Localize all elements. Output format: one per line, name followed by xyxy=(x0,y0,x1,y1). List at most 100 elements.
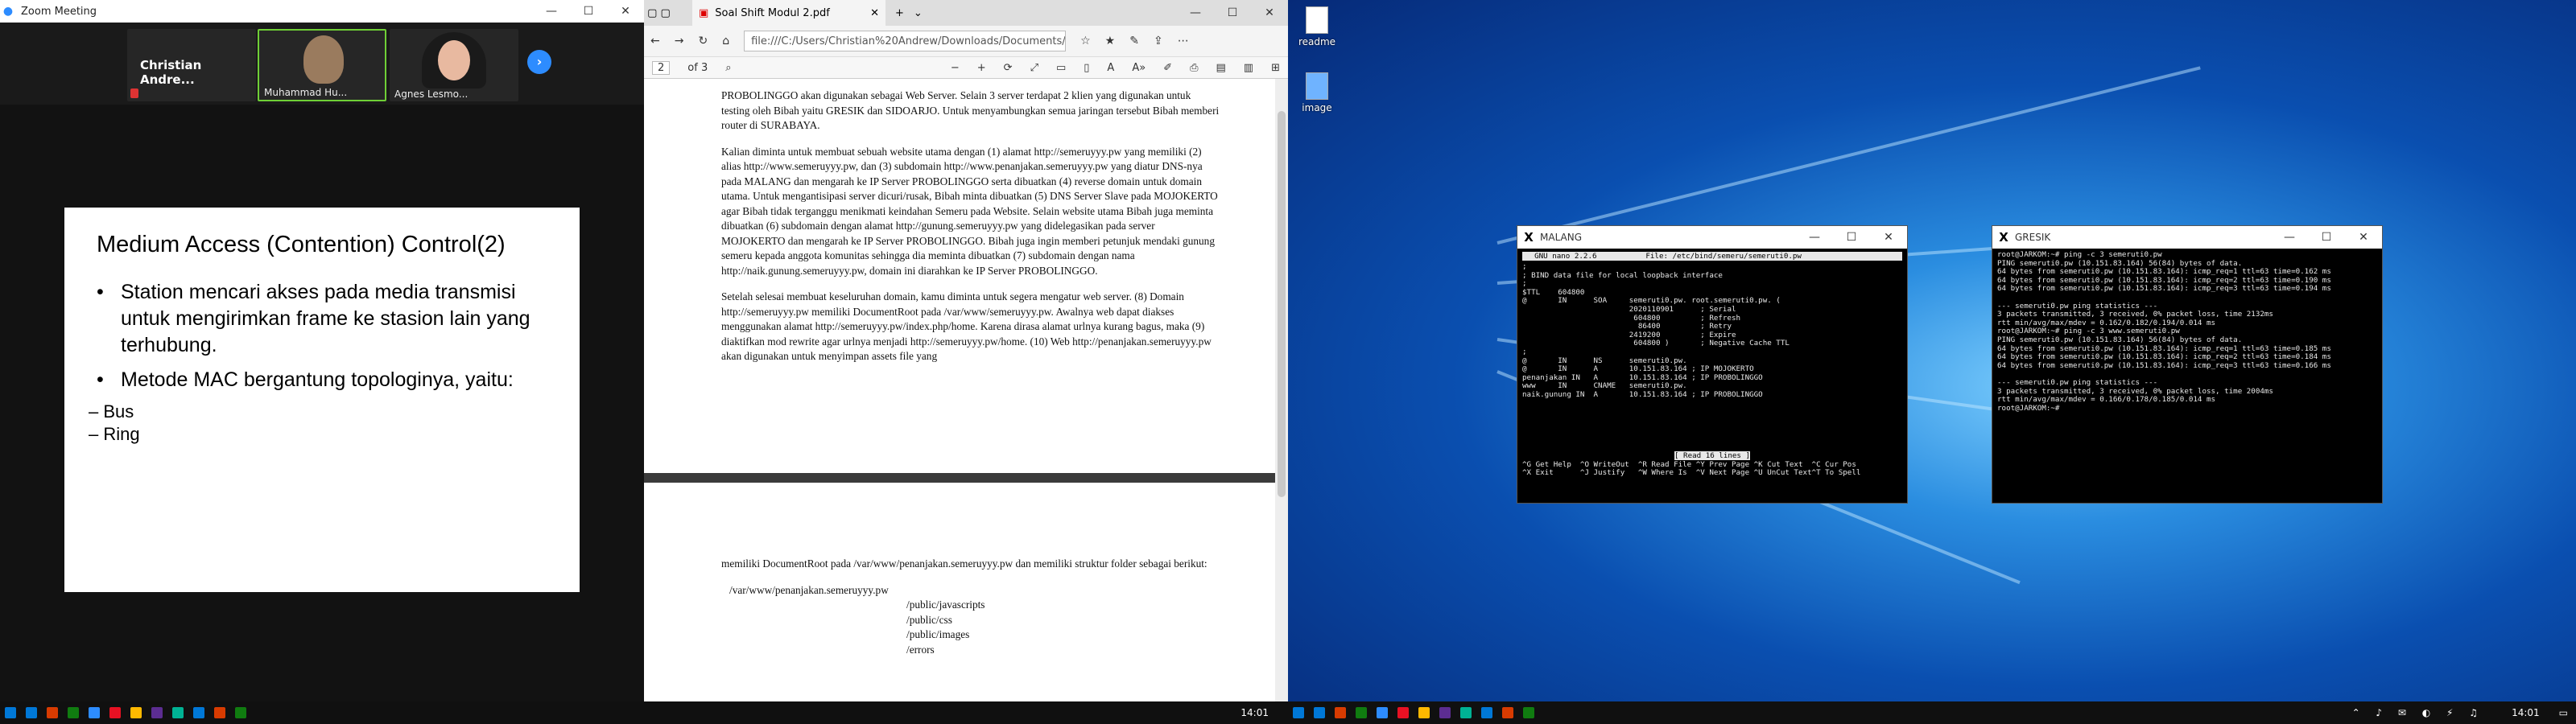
close-icon[interactable]: ✕ xyxy=(607,0,644,23)
tab-pdf[interactable]: ▣ Soal Shift Modul 2.pdf ✕ xyxy=(692,0,886,26)
new-tab-icon[interactable]: + xyxy=(886,7,914,19)
taskbar-app-icon[interactable] xyxy=(63,701,84,724)
close-icon[interactable]: ✕ xyxy=(2345,226,2382,249)
clock[interactable]: 14:01 xyxy=(1221,707,1288,718)
desktop-icon-label: image xyxy=(1302,102,1332,113)
terminal-gresik[interactable]: X GRESIK — ☐ ✕ root@JARKOM:~# ping -c 3 … xyxy=(1992,225,2383,504)
tree-item: /public/javascripts xyxy=(906,599,985,611)
address-input[interactable]: file:///C:/Users/Christian%20Andrew/Down… xyxy=(744,31,1067,51)
tab-actions-icon[interactable]: ▢ ▢ xyxy=(644,7,692,19)
taskbar-app-icon[interactable] xyxy=(1435,701,1455,724)
maximize-icon[interactable]: ☐ xyxy=(570,0,607,23)
taskbar-app-icon[interactable] xyxy=(1309,701,1330,724)
taskbar-app-icon[interactable] xyxy=(42,701,63,724)
terminal-title: GRESIK xyxy=(2015,231,2051,243)
forward-icon[interactable]: → xyxy=(675,35,684,47)
participant-name: Agnes Lesmo... xyxy=(394,88,469,100)
page-view-icon[interactable]: ▭ xyxy=(1056,62,1066,74)
participant-name: Christian Andre... xyxy=(140,58,202,87)
taskbar-app-icon[interactable] xyxy=(147,701,167,724)
print-icon[interactable]: ⎙ xyxy=(1190,62,1198,74)
close-icon[interactable]: ✕ xyxy=(1251,2,1288,24)
rotate-icon[interactable]: ⟳ xyxy=(1004,62,1013,74)
zoom-in-icon[interactable]: + xyxy=(977,62,986,74)
next-page-button[interactable]: › xyxy=(527,50,551,74)
minimize-icon[interactable]: — xyxy=(1796,226,1833,249)
taskbar-app-icon[interactable] xyxy=(1393,701,1414,724)
participant-tile[interactable]: Muhammad Hu... xyxy=(258,29,386,101)
clock[interactable]: 14:01 xyxy=(2492,707,2559,718)
two-page-icon[interactable]: ▯ xyxy=(1084,62,1089,74)
taskbar-app-icon[interactable] xyxy=(1330,701,1351,724)
tab-close-icon[interactable]: ✕ xyxy=(870,7,879,19)
start-icon[interactable] xyxy=(1288,701,1309,724)
home-icon[interactable]: ⌂ xyxy=(722,35,729,47)
draw-icon[interactable]: ✐ xyxy=(1163,62,1172,74)
participant-name: Muhammad Hu... xyxy=(264,87,348,98)
folder-tree: /var/www/penanjakan.semeruyyy.pw /public… xyxy=(729,583,1275,658)
taskbar-apps xyxy=(1309,701,1539,724)
desktop-icon-image[interactable]: image xyxy=(1293,72,1341,113)
terminal-output[interactable]: root@JARKOM:~# ping -c 3 semeruti0.pw PI… xyxy=(1992,249,2382,415)
zoom-out-icon[interactable]: − xyxy=(951,62,960,74)
slide-bullet: Metode MAC bergantung topologinya, yaitu… xyxy=(97,367,555,393)
taskbar-app-icon[interactable] xyxy=(1476,701,1497,724)
minimize-icon[interactable]: — xyxy=(533,0,570,23)
save-as-icon[interactable]: ▥ xyxy=(1244,62,1253,74)
taskbar-app-icon[interactable] xyxy=(1414,701,1435,724)
favorites-icon[interactable]: ★ xyxy=(1105,35,1116,47)
xterm-icon: X xyxy=(1524,229,1534,245)
share-icon[interactable]: ⇪ xyxy=(1154,35,1163,47)
browser-window: ▢ ▢ ▣ Soal Shift Modul 2.pdf ✕ + ⌄ — ☐ ✕… xyxy=(644,0,1288,701)
tray-icons[interactable]: ⌃ ♪ ✉ ◐ ⚡ ♫ xyxy=(2352,707,2493,718)
participant-tile[interactable]: Agnes Lesmo... xyxy=(390,29,518,101)
page-number-input[interactable]: 2 xyxy=(652,60,671,75)
avatar xyxy=(303,35,344,84)
zoom-window: ● Zoom Meeting — ☐ ✕ Christian Andre... … xyxy=(0,0,644,701)
scrollbar[interactable] xyxy=(1275,79,1288,701)
nano-buffer[interactable]: ; ; BIND data file for local loopback in… xyxy=(1517,261,1907,452)
maximize-icon[interactable]: ☐ xyxy=(2308,226,2345,249)
scroll-thumb[interactable] xyxy=(1278,111,1286,497)
taskbar-app-icon[interactable] xyxy=(1518,701,1539,724)
nano-header: GNU nano 2.2.6 File: /etc/bind/semeru/se… xyxy=(1522,252,1902,261)
save-icon[interactable]: ▤ xyxy=(1216,62,1226,74)
taskbar-app-icon[interactable] xyxy=(21,701,42,724)
minimize-icon[interactable]: — xyxy=(2271,226,2308,249)
notification-icon[interactable]: ▭ xyxy=(2559,707,2576,718)
text-size-icon[interactable]: A xyxy=(1107,62,1114,74)
minimize-icon[interactable]: — xyxy=(1177,2,1214,24)
taskbar-app-icon[interactable] xyxy=(1455,701,1476,724)
read-aloud-icon[interactable]: A» xyxy=(1132,62,1146,74)
start-icon[interactable] xyxy=(0,701,21,724)
desktop-icon-readme[interactable]: readme xyxy=(1293,6,1341,47)
pen-icon[interactable]: ✎ xyxy=(1129,35,1139,47)
close-icon[interactable]: ✕ xyxy=(1870,226,1907,249)
taskbar-app-icon[interactable] xyxy=(167,701,188,724)
taskbar-app-icon[interactable] xyxy=(188,701,209,724)
chevron-down-icon[interactable]: ⌄ xyxy=(914,7,923,19)
terminal-malang[interactable]: X MALANG — ☐ ✕ GNU nano 2.2.6 File: /etc… xyxy=(1517,225,1908,504)
taskbar-app-icon[interactable] xyxy=(1497,701,1518,724)
tab-title: Soal Shift Modul 2.pdf xyxy=(715,6,830,19)
more-icon[interactable]: ⋯ xyxy=(1178,35,1189,47)
maximize-icon[interactable]: ☐ xyxy=(1214,2,1251,24)
taskbar-app-icon[interactable] xyxy=(230,701,251,724)
favorite-icon[interactable]: ☆ xyxy=(1080,35,1091,47)
refresh-icon[interactable]: ↻ xyxy=(698,35,708,47)
taskbar-app-icon[interactable] xyxy=(84,701,105,724)
participant-tile[interactable]: Christian Andre... xyxy=(127,29,256,101)
pdf-paragraph: Kalian diminta untuk membuat sebuah webs… xyxy=(721,145,1218,277)
tab-bar: ▢ ▢ ▣ Soal Shift Modul 2.pdf ✕ + ⌄ — ☐ ✕ xyxy=(644,0,1288,26)
taskbar-app-icon[interactable] xyxy=(126,701,147,724)
pin-icon[interactable]: ⊞ xyxy=(1271,62,1280,74)
taskbar-app-icon[interactable] xyxy=(209,701,230,724)
file-icon xyxy=(1306,6,1328,34)
taskbar-app-icon[interactable] xyxy=(1372,701,1393,724)
maximize-icon[interactable]: ☐ xyxy=(1833,226,1870,249)
taskbar-app-icon[interactable] xyxy=(1351,701,1372,724)
fit-page-icon[interactable]: ⤢ xyxy=(1030,62,1038,74)
taskbar-app-icon[interactable] xyxy=(105,701,126,724)
back-icon[interactable]: ← xyxy=(650,35,660,47)
search-icon[interactable]: ⌕ xyxy=(725,62,731,74)
